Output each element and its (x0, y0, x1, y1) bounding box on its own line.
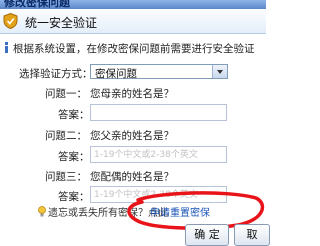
answer-2-input[interactable] (91, 147, 226, 162)
answer-3-field[interactable] (90, 186, 227, 203)
lightbulb-icon (38, 206, 46, 217)
chevron-down-icon[interactable] (212, 65, 227, 78)
question-2-text: 您父亲的姓名是？ (90, 130, 174, 142)
dialog-header: 统一安全验证 (0, 9, 266, 34)
answer-2-label: 答案： (58, 151, 90, 163)
method-label: 选择验证方式： (19, 68, 93, 80)
answer-2-field[interactable] (90, 146, 227, 163)
window-titlebar: 修改密保问题 (0, 0, 266, 9)
answer-1-field[interactable] (90, 104, 227, 121)
cancel-button[interactable]: 取 (234, 224, 270, 246)
reset-security-link[interactable]: 申请重置密保 (150, 204, 210, 219)
question-3-label: 问题三： (45, 171, 87, 183)
answer-3-input[interactable] (91, 187, 226, 202)
shield-icon (3, 13, 18, 29)
reset-hint-row: 遗忘或丢失所有密保？点此 申请重置密保 (0, 204, 266, 219)
answer-1-input[interactable] (91, 105, 226, 120)
question-2-label: 问题二： (45, 130, 87, 142)
question-1-label: 问题一： (45, 88, 87, 100)
confirm-button[interactable]: 确 定 (185, 224, 229, 246)
answer-1-label: 答案： (58, 109, 90, 121)
window-title: 修改密保问题 (4, 0, 70, 9)
question-3-text: 您配偶的姓名是？ (90, 171, 174, 183)
dialog-title: 统一安全验证 (25, 16, 98, 30)
verification-method-select[interactable]: 密保问题 (90, 64, 228, 80)
intro-text: 根据系统设置，在修改密保问题前需要进行安全验证 (13, 43, 255, 55)
intro-row: 根据系统设置，在修改密保问题前需要进行安全验证 (0, 41, 266, 55)
question-1-text: 您母亲的姓名是？ (90, 88, 174, 100)
info-icon (5, 42, 8, 53)
method-selected-value: 密保问题 (95, 68, 137, 80)
answer-3-label: 答案： (58, 191, 90, 203)
